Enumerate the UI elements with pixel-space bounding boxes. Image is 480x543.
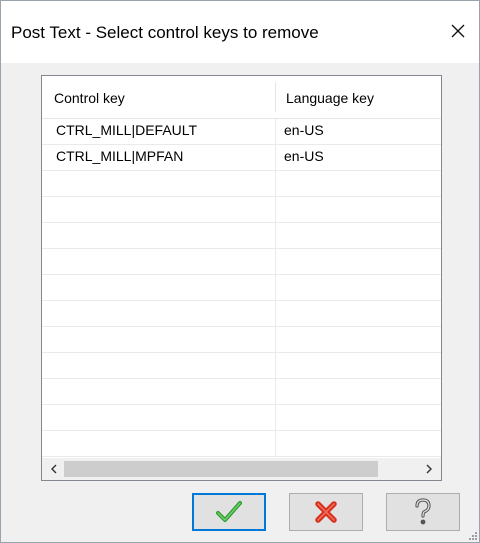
empty-row	[42, 223, 441, 249]
scroll-right-button[interactable]	[419, 458, 439, 480]
cell-divider	[275, 431, 276, 457]
list-rows: CTRL_MILL|DEFAULT en-US CTRL_MILL|MPFAN …	[42, 119, 441, 457]
resize-grip-icon[interactable]	[467, 530, 477, 540]
cancel-button[interactable]	[289, 493, 363, 531]
dialog-window: Post Text - Select control keys to remov…	[0, 0, 480, 543]
cell-divider	[275, 275, 276, 301]
cell-divider	[275, 379, 276, 405]
empty-row	[42, 353, 441, 379]
close-icon	[451, 24, 465, 38]
empty-row	[42, 171, 441, 197]
row-control-key: CTRL_MILL|MPFAN	[56, 148, 184, 164]
help-button[interactable]	[386, 493, 460, 531]
horizontal-scrollbar[interactable]	[42, 458, 441, 480]
question-icon	[415, 498, 431, 525]
empty-row	[42, 249, 441, 275]
cell-divider	[275, 405, 276, 431]
list-row[interactable]: CTRL_MILL|DEFAULT en-US	[42, 119, 441, 145]
empty-row	[42, 379, 441, 405]
cell-divider	[275, 171, 276, 197]
title-bar: Post Text - Select control keys to remov…	[1, 1, 479, 63]
window-title: Post Text - Select control keys to remov…	[11, 23, 319, 42]
chevron-left-icon	[51, 464, 57, 474]
cell-divider	[275, 301, 276, 327]
list-row[interactable]: CTRL_MILL|MPFAN en-US	[42, 145, 441, 171]
empty-row	[42, 431, 441, 457]
cell-divider	[275, 119, 276, 145]
row-control-key: CTRL_MILL|DEFAULT	[56, 122, 198, 138]
cell-divider	[275, 145, 276, 171]
empty-row	[42, 275, 441, 301]
row-language-key: en-US	[284, 122, 324, 138]
close-button[interactable]	[437, 11, 479, 51]
empty-row	[42, 301, 441, 327]
column-divider[interactable]	[275, 82, 276, 112]
chevron-right-icon	[426, 464, 432, 474]
column-header-control-key[interactable]: Control key	[54, 90, 125, 106]
empty-row	[42, 405, 441, 431]
empty-row	[42, 327, 441, 353]
cell-divider	[275, 223, 276, 249]
cell-divider	[275, 353, 276, 379]
check-icon	[216, 501, 242, 522]
red-x-icon	[315, 501, 337, 523]
row-language-key: en-US	[284, 148, 324, 164]
cell-divider	[275, 327, 276, 353]
ok-button[interactable]	[192, 493, 266, 531]
scroll-thumb[interactable]	[64, 461, 378, 477]
control-key-list[interactable]: Control key Language key CTRL_MILL|DEFAU…	[41, 75, 442, 481]
empty-row	[42, 197, 441, 223]
list-header: Control key Language key	[42, 76, 441, 119]
scroll-left-button[interactable]	[44, 458, 64, 480]
cell-divider	[275, 249, 276, 275]
column-header-language-key[interactable]: Language key	[286, 90, 374, 106]
cell-divider	[275, 197, 276, 223]
